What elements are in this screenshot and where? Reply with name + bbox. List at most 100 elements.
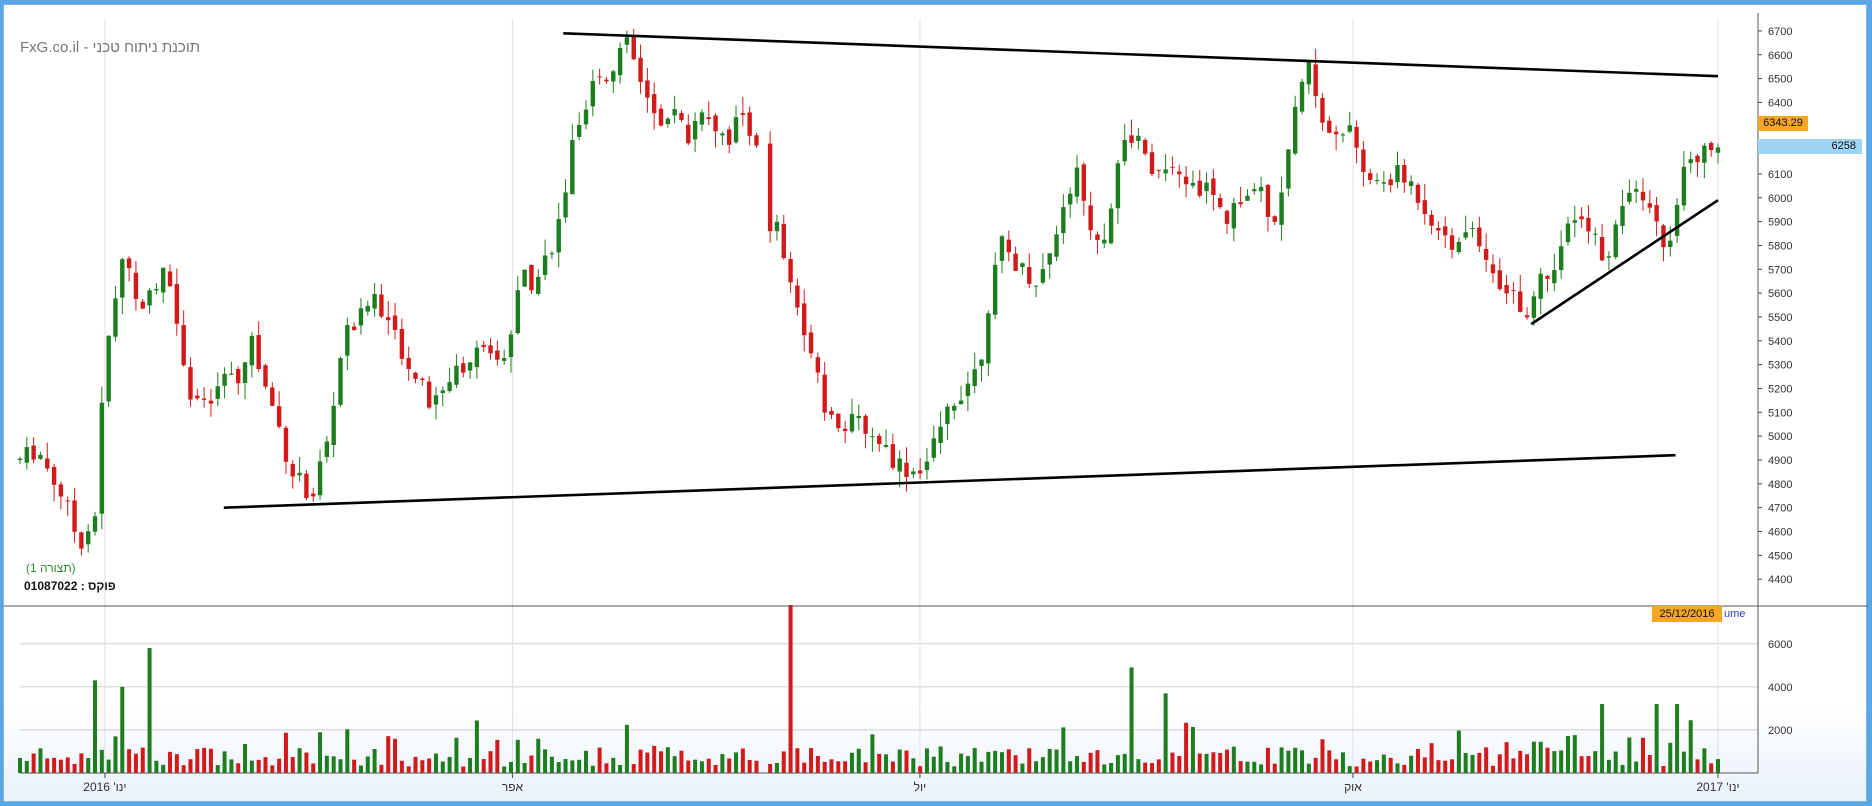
volume-bar: [1456, 730, 1461, 773]
axis-layer: 4400 4500 4600 4700 4800 4900 5000 5100 5200 5300…: [4, 13, 1868, 794]
candle-body: [808, 332, 814, 354]
x-tick-label: אוק: [1344, 780, 1362, 794]
candle-body: [1490, 264, 1496, 274]
volume-bar: [577, 759, 582, 773]
price-tick-label: 5300: [1768, 360, 1792, 372]
candle-body: [924, 461, 930, 471]
candle-body: [672, 109, 677, 116]
price-tick-label: 6500: [1768, 74, 1792, 86]
volume-bar: [836, 761, 841, 773]
volume-bar: [1559, 750, 1564, 773]
candle-body: [1422, 200, 1427, 214]
candle-body: [542, 255, 548, 275]
candle-body: [1368, 173, 1373, 180]
volume-bar: [1340, 752, 1345, 773]
volume-bar: [774, 762, 779, 773]
candle-body: [1374, 180, 1380, 182]
volume-tick-label: 6000: [1768, 639, 1792, 651]
candle-body: [24, 447, 30, 463]
volume-bar: [781, 751, 786, 773]
candle-body: [181, 325, 186, 366]
volume-bar: [1436, 760, 1441, 773]
candle-body: [413, 372, 418, 379]
candle-body: [1054, 234, 1059, 257]
candle-body: [1327, 120, 1332, 133]
volume-bar: [79, 753, 84, 773]
volume-bar: [665, 747, 670, 773]
candles-layer: [17, 28, 1721, 556]
volume-bar: [393, 738, 398, 773]
price-tick-label: 5500: [1768, 312, 1792, 324]
volume-bar: [215, 765, 220, 773]
candle-body: [795, 285, 800, 308]
volume-bar: [488, 751, 493, 773]
volume-bar: [358, 765, 363, 773]
candle-body: [120, 259, 125, 298]
volume-bar: [352, 759, 357, 773]
volume-bar: [590, 765, 595, 773]
price-tick-label: 6000: [1768, 193, 1792, 205]
candle-body: [740, 113, 746, 115]
candle-body: [645, 80, 650, 98]
volume-bar: [1695, 759, 1700, 773]
volume-bar: [1034, 761, 1039, 773]
volume-bar: [1620, 764, 1625, 773]
volume-bar: [508, 761, 513, 773]
candle-body: [1599, 237, 1605, 261]
candle-body: [351, 326, 357, 331]
candle-body: [624, 37, 630, 45]
volume-bar: [645, 752, 650, 773]
volume-bar: [1334, 759, 1339, 773]
candle-body: [85, 531, 91, 545]
candle-body: [1429, 214, 1434, 226]
candle-body: [106, 335, 111, 402]
volume-bar: [1593, 751, 1598, 773]
candle-body: [372, 294, 377, 309]
volume-bar: [65, 757, 70, 773]
candle-body: [1579, 216, 1584, 220]
volume-bar: [802, 762, 807, 773]
candle-body: [324, 441, 330, 458]
volume-bar: [502, 766, 507, 773]
price-tick-label: 4900: [1768, 455, 1792, 467]
volume-bar: [570, 760, 575, 773]
volume-bar: [1702, 748, 1707, 773]
candle-body: [133, 272, 139, 299]
volume-bar: [529, 755, 534, 773]
candle-body: [508, 334, 514, 357]
candle-body: [836, 413, 841, 429]
candle-body: [1640, 191, 1646, 201]
volume-bar: [324, 755, 329, 773]
volume-layer: [18, 605, 1720, 773]
candle-body: [1129, 135, 1134, 143]
volume-bar: [1525, 754, 1530, 773]
candle-body: [51, 466, 57, 485]
volume-bar: [297, 748, 302, 773]
candle-body: [1231, 202, 1237, 229]
volume-bar: [99, 749, 104, 773]
volume-bar: [86, 758, 91, 773]
candle-body: [556, 219, 561, 253]
volume-bar: [1122, 753, 1127, 773]
candle-body: [992, 264, 998, 315]
candle-body: [1265, 184, 1271, 217]
candle-body: [1190, 182, 1196, 186]
volume-tick-label: 4000: [1768, 682, 1792, 694]
volume-bar: [1511, 758, 1516, 773]
volume-bar: [181, 765, 186, 773]
candle-body: [1177, 171, 1182, 175]
volume-bar: [1470, 754, 1475, 773]
volume-bar: [1497, 754, 1502, 773]
volume-bar: [106, 759, 111, 773]
volume-bar: [706, 758, 711, 773]
candle-body: [1095, 234, 1100, 241]
volume-bar: [1429, 743, 1434, 773]
volume-bar: [945, 761, 950, 773]
volume-bar: [959, 753, 964, 773]
candle-body: [276, 406, 282, 427]
volume-bar: [1313, 757, 1318, 773]
volume-bar: [58, 759, 63, 773]
volume-bar: [549, 756, 554, 773]
volume-bar: [386, 736, 391, 773]
candle-body: [1197, 180, 1202, 196]
